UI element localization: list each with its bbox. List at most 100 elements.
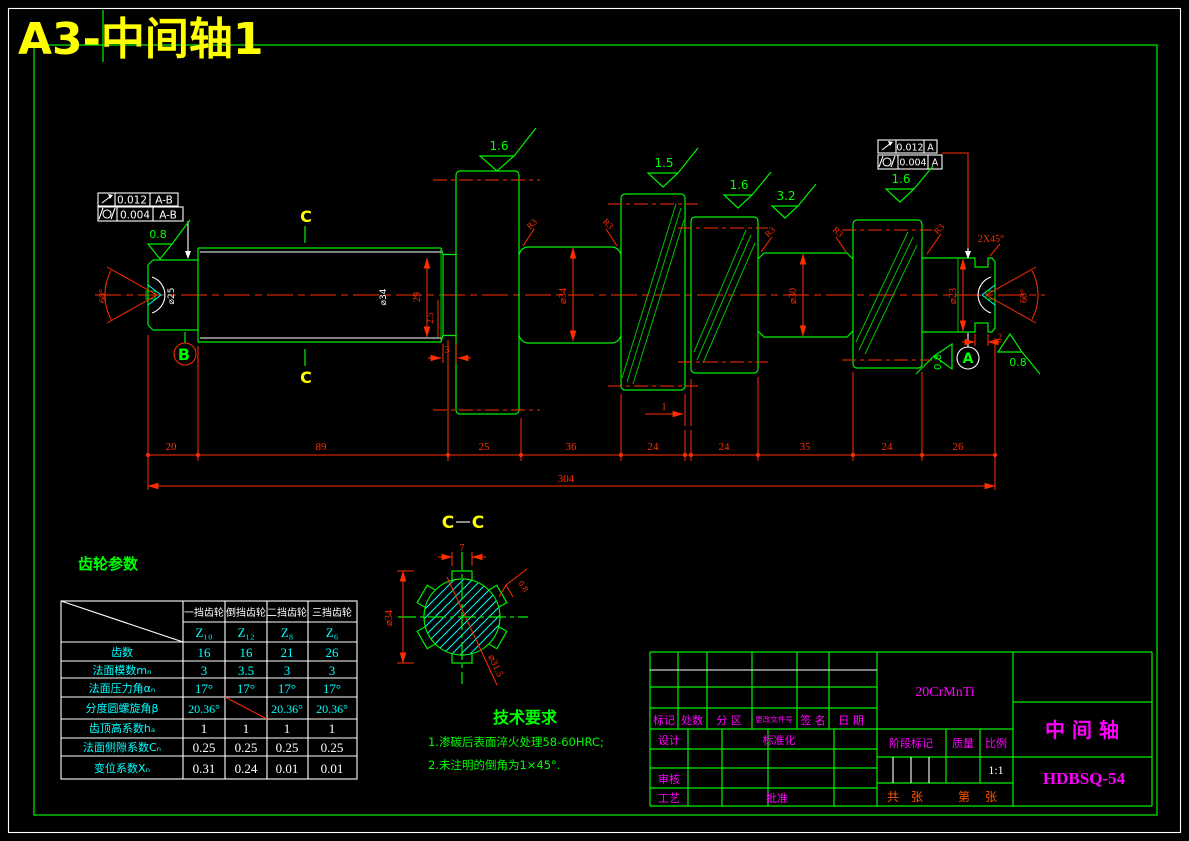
dim-total: 304 [558, 473, 575, 485]
cell: 0.01 [321, 761, 344, 776]
tb-label-gongyi: 工艺 [658, 792, 680, 805]
cell: 26 [326, 645, 340, 660]
tech-title: 技术要求 [493, 708, 558, 727]
cylindricity-icon [98, 207, 116, 220]
tb-label-genggai: 更改文件号 [755, 714, 793, 724]
finish-value: 0.8 [516, 579, 531, 594]
col-header: 倒挡齿轮 [226, 606, 266, 619]
shaft-view: 1.6 1.5 1.6 3.2 1.6 0.8 0.8 0.8 0.012 A-… [95, 127, 1045, 490]
datum-label-b: B [178, 345, 190, 364]
section-title-c1: C [442, 513, 454, 533]
gtol-value: 0.012 [896, 143, 923, 154]
cell: 0.25 [321, 740, 344, 755]
page-title: A3-中间轴1 [18, 14, 264, 65]
finish-value: 3.2 [776, 189, 795, 203]
tb-label-zhiliang: 质量 [952, 737, 974, 750]
cell: 17° [323, 681, 341, 696]
dim-chain: 26 [953, 441, 965, 453]
cell: 0.31 [193, 761, 216, 776]
section-width: 7 [460, 543, 465, 554]
dim-chamfer: 2X45° [978, 234, 1004, 245]
z-label: Z₁₂ [237, 625, 254, 640]
gear-table: 齿轮参数 一挡齿轮 倒挡齿轮 二挡齿轮 三挡齿轮 Z₁₀ Z₁₂ Z₈ Z₆ 齿… [60, 555, 358, 780]
dim-dia-mid: ⌀34 [558, 288, 569, 304]
tb-label-sheji: 设计 [658, 734, 680, 747]
table-blank-diagonal [224, 696, 268, 720]
tech-line: 2.未注明的倒角为1×45°. [428, 758, 560, 772]
title-block: 标记 处数 分 区 更改文件号 签 名 日 期 设计 标准化 审核 工艺 批准 … [649, 651, 1153, 807]
tb-sheet-di: 第 [958, 790, 970, 804]
tb-label-riqi: 日 期 [838, 714, 864, 727]
row-label: 分度圆螺旋角β [85, 701, 158, 715]
dim-chain: 36 [566, 441, 578, 453]
cell: 16 [240, 645, 254, 660]
tb-label-shenhe: 审核 [658, 772, 680, 786]
row-label: 齿顶高系数hₐ [89, 721, 155, 735]
dim-dia-groove: ⌀30 [788, 288, 799, 304]
dim-chain: 35 [800, 441, 812, 453]
finish-value: 0.8 [933, 354, 944, 370]
gtol-value: 0.004 [120, 210, 150, 222]
tb-label-chushu: 处数 [681, 714, 703, 727]
dim-fillet: R3 [601, 217, 616, 232]
z-label: Z₆ [326, 625, 338, 640]
section-cc: C C 7 ⌀34 ⌀31.5 0.8 [384, 513, 531, 686]
finish-value: 1.6 [729, 178, 748, 192]
datum-label-a: A [963, 351, 974, 367]
cell: 3 [201, 663, 208, 678]
dim-fillet: R3 [763, 224, 778, 239]
tb-label-qianming: 签 名 [800, 713, 826, 727]
cut-label: C [300, 207, 312, 226]
dim-dia-left: ⌀25 [167, 288, 177, 305]
dim-chain: 24 [719, 441, 731, 453]
finish-value: 0.8 [1009, 356, 1027, 369]
row-label: 法面模数mₙ [92, 663, 151, 677]
dim-fillet: R3 [831, 225, 846, 240]
section-title-c2: C [472, 513, 484, 533]
tech-line: 1.渗碳后表面淬火处理58-60HRC; [428, 735, 604, 749]
dim-neck-dia: 29 [412, 292, 423, 302]
dim-end-groove: 2 [998, 332, 1003, 342]
tb-scale-value: 1:1 [988, 763, 1003, 777]
dim-dia-right: ⌀23 [948, 288, 959, 304]
cut-label: C [300, 368, 312, 387]
col-header: 三挡齿轮 [312, 606, 352, 619]
tb-sheet-zhang2: 张 [985, 790, 997, 804]
dim-gap: 1 [662, 402, 667, 413]
cell: 20.36° [188, 702, 220, 716]
dim-angle: 60° [98, 289, 109, 303]
z-label: Z₈ [281, 625, 293, 640]
row-label: 变位系数Xₙ [94, 761, 150, 775]
runout-icon [881, 141, 893, 151]
col-header: 一挡齿轮 [184, 606, 224, 619]
tb-label-jieduan: 阶段标记 [889, 736, 933, 750]
cell: 0.25 [193, 740, 216, 755]
dim-chain: 89 [316, 441, 328, 453]
cylindricity-icon [878, 155, 896, 168]
gtol-value: 0.012 [117, 195, 147, 207]
cell: 1 [284, 721, 291, 736]
cell: 17° [237, 681, 255, 696]
finish-value: 0.8 [149, 228, 167, 241]
cell: 1 [201, 721, 208, 736]
dim-chain: 24 [882, 441, 894, 453]
tb-label-biaozhunhua: 标准化 [763, 733, 796, 747]
tb-label-biaoji: 标记 [653, 713, 675, 727]
dim-neck-width: 3 [445, 345, 450, 356]
tb-sheet-zhang1: 张 [911, 790, 923, 804]
section-od: ⌀34 [384, 610, 395, 626]
border-frame [7, 7, 1182, 834]
gtol-datum: A-B [159, 210, 177, 222]
col-header: 二挡齿轮 [267, 606, 307, 619]
tb-part-name: 中 间 轴 [1045, 718, 1119, 742]
cell: 0.25 [276, 740, 299, 755]
gtol-value: 0.004 [899, 158, 926, 169]
dim-fillet: R3 [525, 216, 540, 231]
cell: 0.01 [276, 761, 299, 776]
cell: 17° [278, 681, 296, 696]
tb-label-bili: 比例 [985, 736, 1007, 750]
dim-chain: 24 [648, 441, 660, 453]
finish-value: 1.6 [891, 172, 910, 186]
row-label: 法面侧隙系数Cₙ [83, 740, 161, 754]
dim-angle: 60° [1019, 289, 1030, 303]
